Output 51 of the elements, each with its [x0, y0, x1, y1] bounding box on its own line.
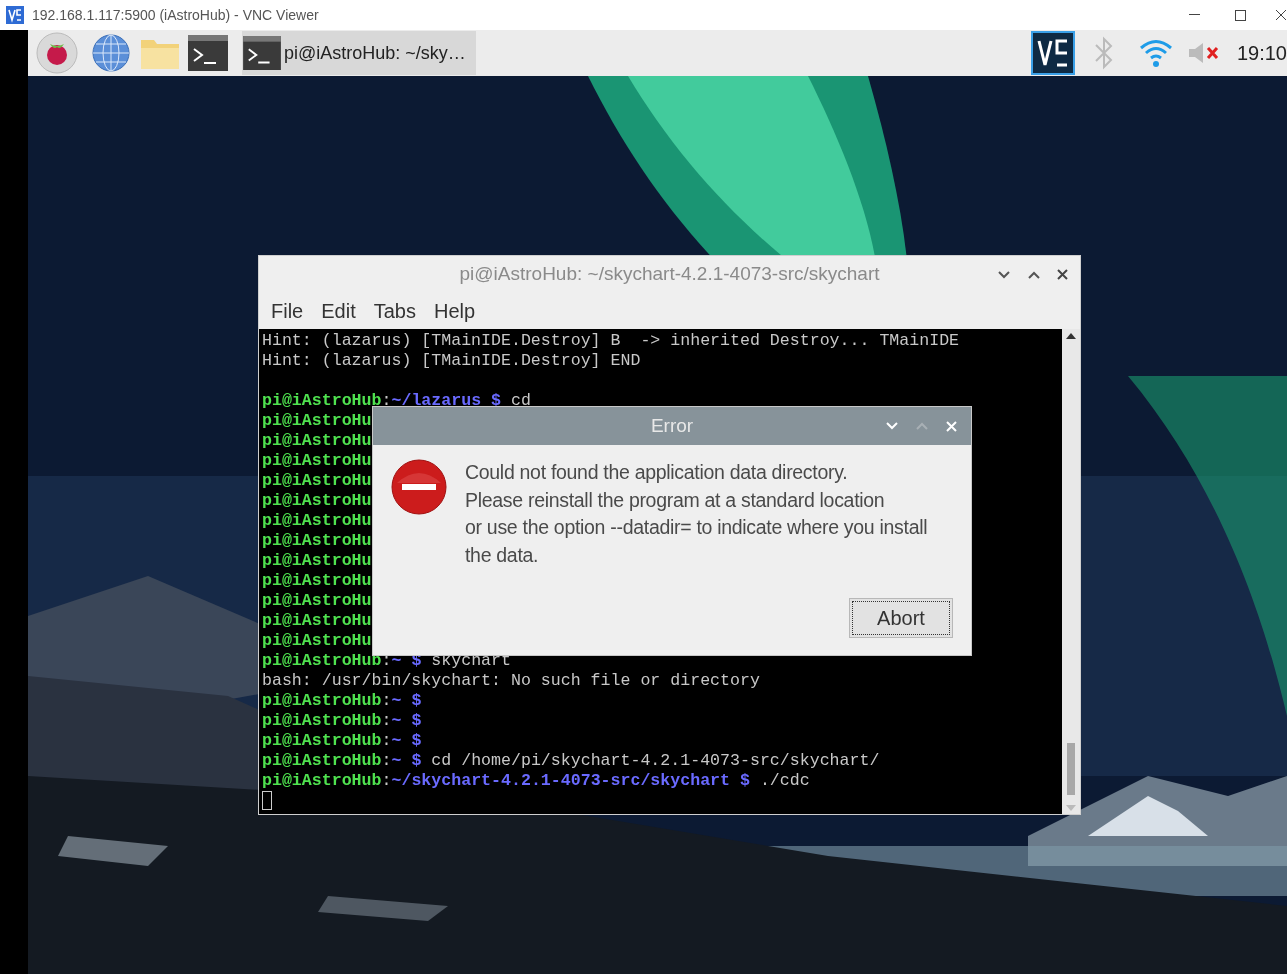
error-message: Could not found the application data directory. Please reinstall the program at a standard location or use the option --datadir= to indicate where you install the data. — [465, 460, 928, 568]
error-icon — [391, 459, 447, 515]
scroll-thumb[interactable] — [1067, 743, 1075, 795]
clock[interactable]: 19:10 — [1236, 38, 1287, 68]
vnc-server-icon[interactable] — [1030, 31, 1075, 75]
text-cursor — [262, 791, 272, 810]
terminal-line: pi@iAstroHub:~ $ — [262, 691, 422, 711]
window-title: 192.168.1.117:5900 (iAstroHub) - VNC Viewer — [32, 5, 319, 25]
maximize-icon — [1234, 9, 1246, 21]
terminal-line: pi@iAstroHub:~ $ — [262, 711, 422, 731]
terminal-line: Hint: (lazarus) [TMainIDE.Destroy] END — [262, 351, 641, 371]
terminal-line: Hint: (lazarus) [TMainIDE.Destroy] B -> inherited Destroy... TMainIDE — [262, 331, 960, 351]
close-icon — [1275, 9, 1287, 21]
terminal-line: pi@iAstroHu — [262, 631, 372, 651]
terminal-line: pi@iAstroHub:~/lazarus $ cd — [262, 391, 531, 411]
raspberry-icon[interactable] — [36, 32, 78, 74]
terminal-line: pi@iAstroHub:~ $ cd /home/pi/skychart-4.2.1-4073-src/skychart/ — [262, 751, 880, 771]
scrollbar[interactable] — [1062, 329, 1080, 814]
terminal-line: pi@iAstroHu — [262, 531, 372, 551]
menu-item[interactable]: Tabs — [373, 296, 416, 326]
terminal-line: pi@iAstroHu — [262, 491, 372, 511]
muted-speaker-icon[interactable] — [1186, 40, 1221, 66]
terminal-line: bash: /usr/bin/skychart: No such file or directory — [262, 671, 760, 691]
taskbar-window-button[interactable]: pi@iAstroHub: ~/sky… — [242, 31, 476, 75]
scroll-up-icon[interactable] — [1066, 333, 1076, 339]
terminal-line: pi@iAstroHub:~ $ — [262, 731, 422, 751]
terminal-line: pi@iAstroHu — [262, 471, 372, 491]
terminal-line: pi@iAstroHu — [262, 591, 372, 611]
vnc-logo-icon — [6, 6, 24, 24]
terminal-line: pi@iAstroHu — [262, 511, 372, 531]
terminal-line: pi@iAstroHu — [262, 571, 372, 591]
dialog-title: Error — [650, 413, 694, 438]
terminal-line: pi@iAstroHu — [262, 551, 372, 571]
terminal-icon — [242, 36, 282, 70]
chevron-down-icon[interactable] — [998, 270, 1010, 279]
chevron-up-icon[interactable] — [1028, 270, 1040, 279]
globe-icon[interactable] — [92, 34, 130, 72]
terminal-line: pi@iAstroHu — [262, 431, 372, 451]
abort-button[interactable]: Abort — [849, 598, 953, 638]
terminal-icon[interactable] — [188, 35, 228, 71]
close-icon[interactable] — [1057, 269, 1068, 280]
terminal-line: pi@iAstroHu — [262, 411, 372, 431]
terminal-line: pi@iAstroHub:~/skychart-4.2.1-4073-src/skychart $ ./cdc — [262, 771, 810, 791]
menu-item[interactable]: File — [271, 296, 304, 326]
menu-item[interactable]: Help — [433, 296, 476, 326]
terminal-line: pi@iAstroHu — [262, 611, 372, 631]
minimize-icon — [1188, 14, 1200, 16]
menu-item[interactable]: Edit — [321, 296, 356, 326]
wifi-icon[interactable] — [1138, 38, 1173, 68]
window-title: pi@iAstroHub: ~/skychart-4.2.1-4073-src/skychart — [459, 262, 880, 287]
terminal-line: pi@iAstroHu — [262, 451, 372, 471]
